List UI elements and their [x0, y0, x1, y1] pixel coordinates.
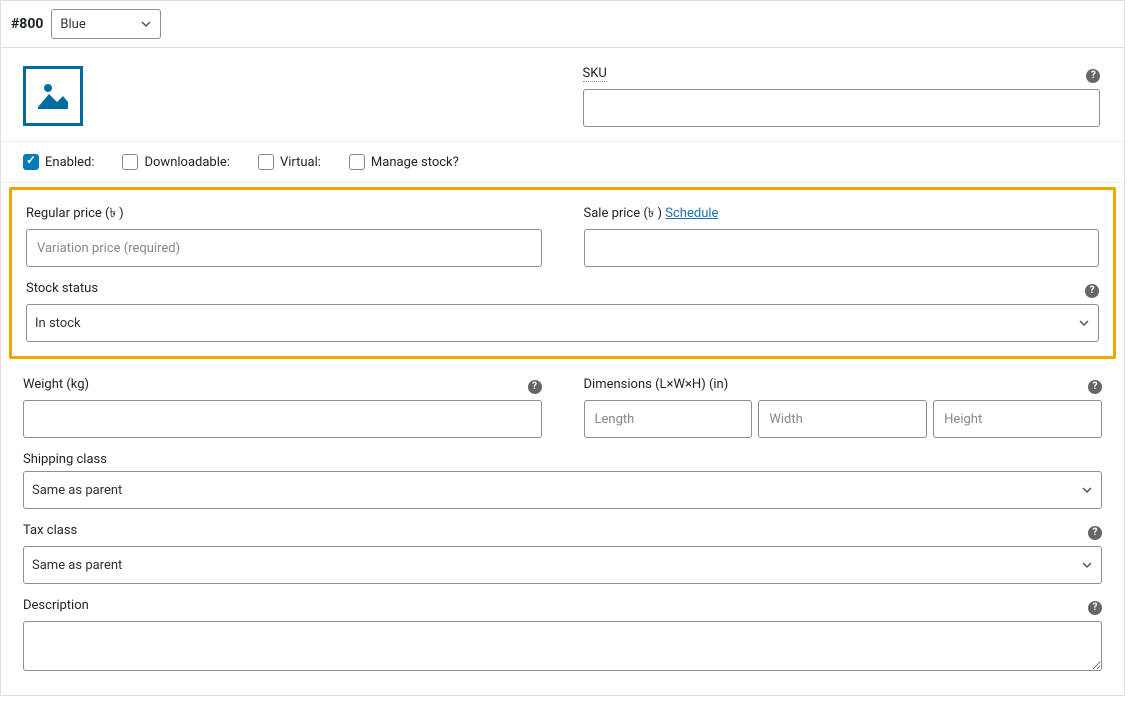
weight-input[interactable]: [23, 400, 542, 438]
virtual-checkbox[interactable]: [258, 154, 274, 170]
regular-price-input[interactable]: [26, 229, 542, 267]
manage-stock-checkbox[interactable]: [349, 154, 365, 170]
sale-price-input[interactable]: [584, 229, 1100, 267]
virtual-label: Virtual:: [280, 155, 321, 170]
variation-image-upload[interactable]: [23, 66, 83, 126]
enabled-checkbox-group[interactable]: Enabled:: [23, 154, 94, 170]
description-label: Description: [23, 598, 89, 613]
sale-price-label: Sale price (৳ ) Schedule: [584, 204, 1100, 225]
help-icon[interactable]: ?: [528, 380, 542, 394]
description-textarea[interactable]: [23, 621, 1102, 671]
help-icon[interactable]: ?: [1088, 380, 1102, 394]
sku-label: SKU: [583, 66, 607, 81]
variation-panel: #800 Blue SKU: [0, 0, 1125, 696]
help-icon[interactable]: ?: [1088, 601, 1102, 615]
checkbox-row: Enabled: Downloadable: Virtual: Manage s…: [1, 142, 1124, 183]
variation-id-label: #800: [11, 16, 43, 32]
highlighted-pricing-section: Regular price (৳ ) Sale price (৳ ) Sched…: [9, 187, 1116, 359]
tax-class-label: Tax class: [23, 523, 77, 538]
shipping-class-label: Shipping class: [23, 452, 1102, 467]
help-icon[interactable]: ?: [1088, 526, 1102, 540]
width-input[interactable]: [758, 400, 927, 438]
attribute-select[interactable]: Blue: [51, 9, 161, 39]
downloadable-checkbox-group[interactable]: Downloadable:: [122, 154, 229, 170]
stock-status-label: Stock status: [26, 281, 98, 296]
variation-header[interactable]: #800 Blue: [1, 0, 1124, 48]
top-section: SKU ?: [1, 48, 1124, 142]
variation-body: SKU ? Enabled: Downloadable: Virtual:: [1, 48, 1124, 695]
stock-status-select[interactable]: In stock: [26, 304, 1099, 342]
sku-input[interactable]: [583, 89, 1101, 127]
enabled-label: Enabled:: [45, 155, 94, 170]
length-input[interactable]: [584, 400, 753, 438]
virtual-checkbox-group[interactable]: Virtual:: [258, 154, 321, 170]
tax-class-select[interactable]: Same as parent: [23, 546, 1102, 584]
shipping-class-select[interactable]: Same as parent: [23, 471, 1102, 509]
weight-label: Weight (kg): [23, 377, 89, 392]
height-input[interactable]: [933, 400, 1102, 438]
dimensions-label: Dimensions (L×W×H) (in): [584, 377, 729, 392]
help-icon[interactable]: ?: [1085, 284, 1099, 298]
downloadable-checkbox[interactable]: [122, 154, 138, 170]
schedule-link[interactable]: Schedule: [665, 206, 718, 221]
enabled-checkbox[interactable]: [23, 154, 39, 170]
regular-price-label: Regular price (৳ ): [26, 204, 542, 225]
image-placeholder-icon: [33, 74, 73, 118]
manage-stock-checkbox-group[interactable]: Manage stock?: [349, 154, 459, 170]
help-icon[interactable]: ?: [1086, 69, 1100, 83]
manage-stock-label: Manage stock?: [371, 155, 459, 170]
lower-fields-section: Weight (kg) ? Dimensions (L×W×H) (in) ?: [1, 363, 1124, 695]
downloadable-label: Downloadable:: [144, 155, 229, 170]
